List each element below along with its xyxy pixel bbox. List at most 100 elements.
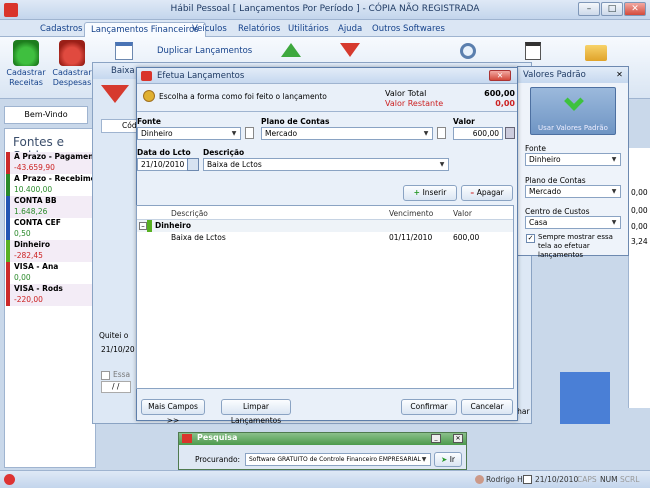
down-arrow-large-icon xyxy=(101,85,129,103)
status-scrl: SCRL xyxy=(620,475,640,484)
valores-close-button[interactable]: ✕ xyxy=(614,70,625,80)
cadastrar-despesas-button[interactable]: Cadastrar Despesas xyxy=(48,40,96,88)
valor-value: 600,00 xyxy=(472,129,499,138)
ir-button[interactable]: ➤ Ir xyxy=(434,452,462,467)
date-slash-field[interactable]: / / xyxy=(101,381,131,393)
valores-title: Valores Padrão xyxy=(523,70,586,80)
group-row[interactable] xyxy=(137,220,513,232)
account-balance: 0,50 xyxy=(14,229,31,238)
folder-icon[interactable] xyxy=(585,45,607,61)
collapse-toggle-icon[interactable]: – xyxy=(139,222,147,230)
cancelar-button[interactable]: Cancelar xyxy=(461,399,513,415)
plano-select[interactable]: Mercado ▼ xyxy=(261,127,433,140)
calendar-picker-icon[interactable] xyxy=(187,158,199,171)
dialog-title: Efetua Lançamentos xyxy=(157,71,245,81)
account-item[interactable]: VISA - Rods -220,00 xyxy=(6,284,92,306)
tab-relatorios[interactable]: Relatórios xyxy=(232,22,286,37)
fonte-doc-icon[interactable] xyxy=(245,127,254,139)
account-item[interactable]: A Prazo - Recebimen 10.400,00 xyxy=(6,174,101,196)
fonte-select[interactable]: Dinheiro ▼ xyxy=(137,127,241,140)
status-date: 21/10/2010 xyxy=(535,475,579,484)
calculator-icon[interactable] xyxy=(505,127,515,139)
row-valor: 600,00 xyxy=(453,233,480,242)
chevron-down-icon: ▼ xyxy=(231,130,237,137)
dialog-close-button[interactable]: ✕ xyxy=(489,70,511,81)
descricao-input[interactable]: Baixa de Lctos ▼ xyxy=(203,158,449,171)
account-balance: -282,45 xyxy=(14,251,43,260)
account-name: CONTA BB xyxy=(14,196,57,205)
valores-plano-value: Mercado xyxy=(529,187,562,196)
green-arrow-icon: ➤ xyxy=(441,455,450,464)
valores-centro-label: Centro de Custos xyxy=(525,207,590,216)
account-item[interactable]: CONTA CEF 0,50 xyxy=(6,218,92,240)
ir-label: Ir xyxy=(449,455,455,464)
duplicar-lancamentos-button[interactable]: Duplicar Lançamentos xyxy=(157,46,252,56)
pesquisa-title-bar: Pesquisa _ ✕ xyxy=(179,433,466,445)
cadastrar-receitas-button[interactable]: Cadastrar Receitas xyxy=(2,40,50,88)
account-item[interactable]: A Prazo - Pagamento -43.659,90 xyxy=(6,152,102,174)
account-name: CONTA CEF xyxy=(14,218,61,227)
right-value-1: 0,00 xyxy=(631,206,648,215)
tab-utilitarios[interactable]: Utilitários xyxy=(282,22,335,37)
close-button[interactable]: ✕ xyxy=(624,2,646,16)
account-item[interactable]: Dinheiro -282,45 xyxy=(6,240,92,262)
money-icon xyxy=(143,90,155,102)
account-item[interactable]: VISA - Ana 0,00 xyxy=(6,262,92,284)
calendar-date-icon[interactable] xyxy=(525,42,541,60)
valores-fonte-value: Dinheiro xyxy=(529,155,561,164)
plano-doc-icon[interactable] xyxy=(437,127,446,139)
usar-valores-padrao-button[interactable]: Usar Valores Padrão xyxy=(530,87,616,135)
inserir-label: Inserir xyxy=(422,188,447,197)
pesquisa-close-button[interactable]: ✕ xyxy=(453,434,463,443)
ribbon-tabs: Cadastros Lançamentos Financeiros Veícul… xyxy=(0,20,650,37)
calendar-icon[interactable] xyxy=(115,42,133,60)
tab-ajuda[interactable]: Ajuda xyxy=(332,22,368,37)
mais-campos-button[interactable]: Mais Campos >> xyxy=(141,399,205,425)
maximize-button[interactable]: □ xyxy=(601,2,623,16)
tab-bem-vindo[interactable]: Bem-Vindo xyxy=(4,106,88,124)
valores-plano-select[interactable]: Mercado ▼ xyxy=(525,185,621,198)
sempre-mostrar-checkbox[interactable]: ✓ xyxy=(526,234,535,243)
dialog-separator xyxy=(137,111,517,112)
account-balance: -220,00 xyxy=(14,295,43,304)
account-name: A Prazo - Recebimen xyxy=(14,174,102,183)
cadastrar-receitas-label: Cadastrar Receitas xyxy=(6,68,46,87)
green-up-arrow-icon[interactable] xyxy=(281,43,301,57)
status-calendar-icon xyxy=(523,475,532,484)
pesquisa-toolbar: Pesquisa _ ✕ Procurando: Software GRATUI… xyxy=(178,432,467,470)
grid-header-vencimento: Vencimento xyxy=(389,209,434,218)
valor-total-value: 600,00 xyxy=(484,89,515,98)
account-item[interactable]: CONTA BB 1.648,26 xyxy=(6,196,92,218)
title-bar: Hábil Pessoal [ Lançamentos Por Período … xyxy=(0,0,650,20)
procurando-value: Software GRATUITO de Controle Financeiro… xyxy=(249,456,421,463)
confirmar-button[interactable]: Confirmar xyxy=(401,399,457,415)
plus-icon: + xyxy=(413,188,423,197)
row-vencimento: 01/11/2010 xyxy=(389,233,433,242)
usar-valores-padrao-label: Usar Valores Padrão xyxy=(538,124,608,132)
valores-fonte-select[interactable]: Dinheiro ▼ xyxy=(525,153,621,166)
tab-veiculos[interactable]: Veículos xyxy=(186,22,233,37)
red-down-arrow-icon[interactable] xyxy=(340,43,360,57)
valores-padrao-window: Valores Padrão ✕ Usar Valores Padrão Fon… xyxy=(517,66,629,259)
tab-outros-softwares[interactable]: Outros Softwares xyxy=(366,22,451,37)
tab-cadastros[interactable]: Cadastros xyxy=(34,22,88,37)
plano-label: Plano de Contas xyxy=(261,117,330,126)
fonte-value: Dinheiro xyxy=(141,129,173,138)
lancamentos-grid[interactable]: Descrição Vencimento Valor – Dinheiro Ba… xyxy=(136,205,514,389)
blue-chart-area xyxy=(560,372,610,424)
essa-checkbox[interactable] xyxy=(101,371,110,380)
valores-centro-select[interactable]: Casa ▼ xyxy=(525,216,621,229)
data-lcto-input[interactable]: 21/10/2010 xyxy=(137,158,189,171)
pesquisa-minimize-button[interactable]: _ xyxy=(431,434,441,443)
descricao-value: Baixa de Lctos xyxy=(207,160,262,169)
limpar-lancamentos-button[interactable]: Limpar Lançamentos xyxy=(221,399,291,425)
add-expense-icon xyxy=(59,40,85,66)
fonte-label: Fonte xyxy=(137,117,161,126)
fechar-button[interactable]: char xyxy=(513,404,553,420)
valor-input[interactable]: 600,00 xyxy=(453,127,503,140)
magnifier-icon[interactable] xyxy=(460,43,476,59)
procurando-select[interactable]: Software GRATUITO de Controle Financeiro… xyxy=(245,453,431,466)
minimize-button[interactable]: – xyxy=(578,2,600,16)
apagar-button[interactable]: – Apagar xyxy=(461,185,513,201)
inserir-button[interactable]: + Inserir xyxy=(403,185,457,201)
